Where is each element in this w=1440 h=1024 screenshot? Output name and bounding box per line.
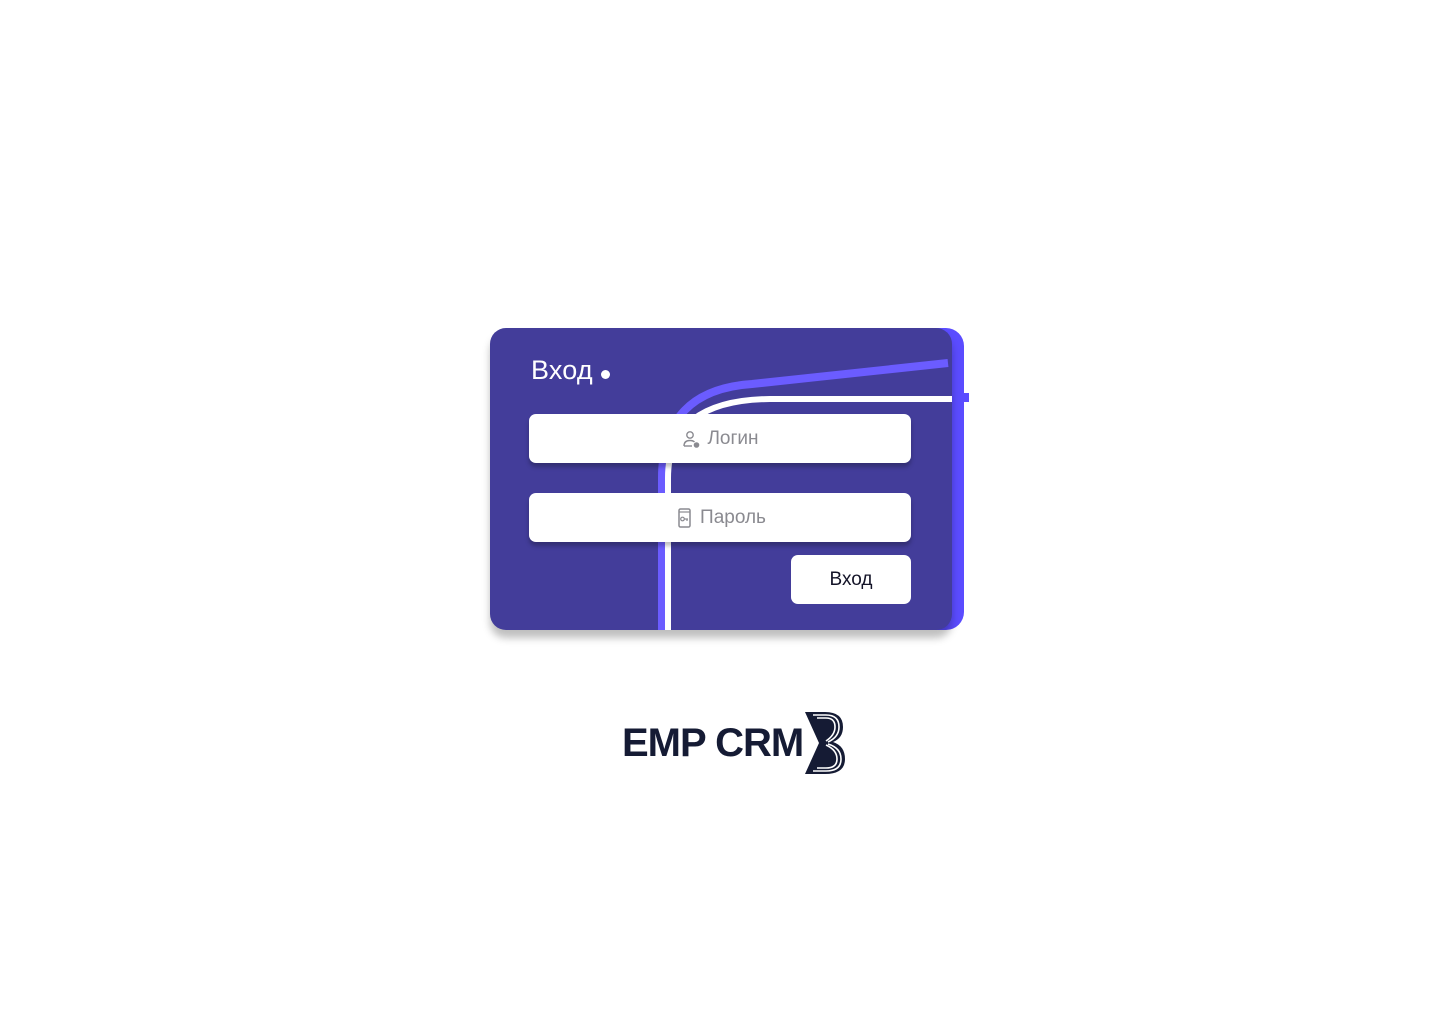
login-card: Вход Логин Пароль Вход (490, 328, 952, 630)
brand-name: EMP CRM (622, 721, 804, 765)
login-page: Вход Логин Пароль Вход EMP CRM (0, 0, 1440, 1024)
emp-crm-logo-mark-icon (803, 710, 851, 776)
password-key-icon (674, 507, 694, 528)
login-placeholder: Логин (707, 427, 759, 449)
user-icon (681, 429, 701, 449)
brand-logo: EMP CRM (622, 708, 851, 778)
login-card-container: Вход Логин Пароль Вход (490, 328, 964, 630)
login-submit-button[interactable]: Вход (791, 555, 911, 604)
login-title: Вход (531, 355, 593, 385)
line-end-tick (962, 393, 969, 402)
title-dot (601, 370, 610, 379)
password-field[interactable]: Пароль (529, 493, 911, 542)
password-placeholder: Пароль (700, 506, 766, 528)
login-field[interactable]: Логин (529, 414, 911, 463)
